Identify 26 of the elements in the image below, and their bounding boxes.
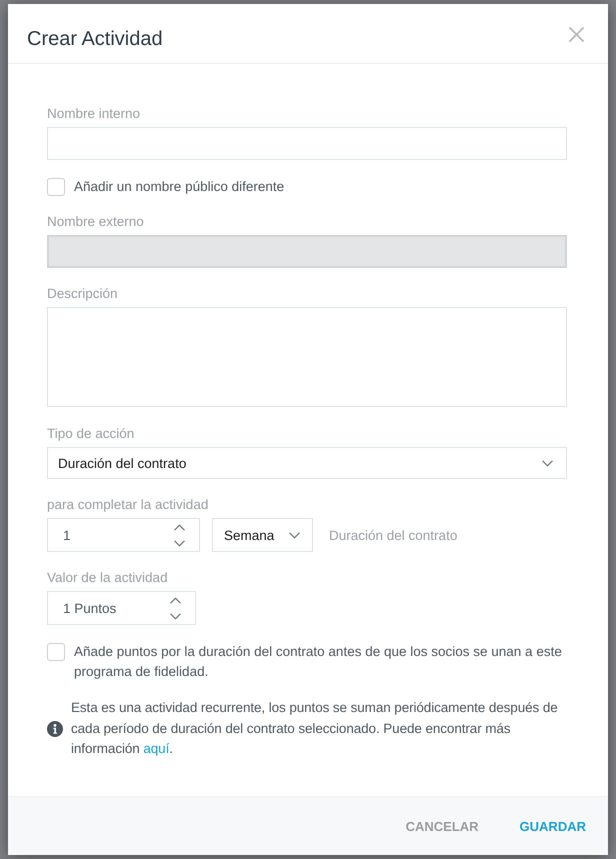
info-icon — [47, 720, 63, 737]
number-field[interactable]: 1 Puntos — [47, 591, 196, 625]
checkbox-label: Añadir un nombre público diferente — [74, 178, 284, 196]
field-label: Nombre externo — [47, 213, 145, 231]
dropdown[interactable]: Duración del contrato — [47, 447, 567, 479]
field-label: Tipo de acción — [47, 425, 136, 443]
chevron-down-icon[interactable] — [170, 612, 181, 620]
field-label: Valor de la actividad — [47, 569, 169, 587]
chevron-down-icon[interactable] — [174, 540, 185, 546]
checkbox[interactable] — [47, 178, 65, 196]
textarea-field[interactable] — [47, 307, 567, 407]
chevron-up-icon[interactable] — [170, 596, 181, 604]
number-field[interactable]: 1 — [47, 518, 200, 552]
text-field[interactable] — [47, 127, 567, 160]
chevron-down-icon[interactable] — [542, 460, 553, 466]
dialog-title: Crear Actividad — [27, 27, 163, 51]
unit-note: Duración del contrato — [329, 528, 458, 542]
checkbox-label: Añade puntos por la duración del contrato antes de que los socios se unan a este programa de fidelidad. — [74, 643, 563, 681]
field-label: Nombre interno — [47, 105, 142, 123]
dropdown[interactable]: Semana — [212, 518, 313, 552]
field-label: para completar la actividad — [47, 496, 210, 514]
checkbox[interactable] — [47, 643, 65, 661]
chevron-up-icon[interactable] — [174, 524, 185, 530]
chevron-down-icon[interactable] — [289, 532, 300, 538]
info-text: Esta es una actividad recurrente, los puntos se suman periódicamente después de cada período de duración del contrato seleccionado. Puede encontrar más información aquí. — [71, 699, 559, 758]
field-label: Descripción — [47, 285, 119, 303]
